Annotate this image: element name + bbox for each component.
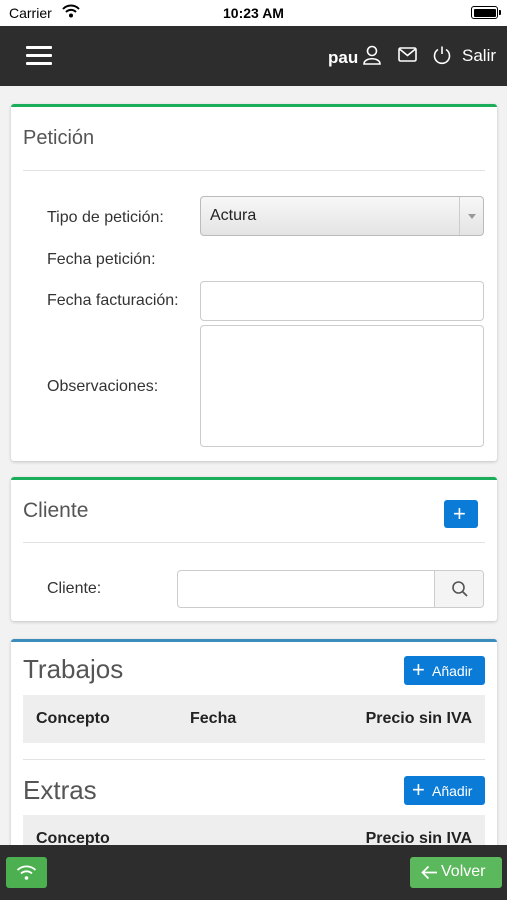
panel-title-extras: Extras xyxy=(23,775,97,805)
column-header: Precio sin IVA xyxy=(365,830,472,845)
column-header: Concepto xyxy=(36,710,110,727)
power-icon[interactable] xyxy=(432,45,452,70)
wifi-icon xyxy=(16,865,37,880)
divider xyxy=(23,170,485,171)
panel-title-peticion: Petición xyxy=(23,127,95,149)
menu-hamburger-icon[interactable] xyxy=(26,46,52,66)
back-label: Volver xyxy=(441,863,486,880)
cliente-search-group xyxy=(177,570,484,608)
divider xyxy=(23,542,485,543)
observaciones-textarea[interactable] xyxy=(200,325,484,447)
fecha-facturacion-label: Fecha facturación: xyxy=(47,292,179,309)
logout-link[interactable]: Salir xyxy=(462,46,496,66)
search-button[interactable] xyxy=(434,571,483,607)
panel-title-trabajos: Trabajos xyxy=(23,654,124,684)
arrow-left-icon xyxy=(421,865,437,880)
search-icon xyxy=(452,581,468,597)
plus-icon: + xyxy=(412,777,425,802)
add-cliente-button[interactable]: + xyxy=(444,500,478,528)
fecha-peticion-label: Fecha petición: xyxy=(47,251,156,268)
plus-icon: + xyxy=(412,657,425,682)
bottom-bar: Volver xyxy=(0,845,507,900)
divider xyxy=(23,759,485,760)
cliente-search-input[interactable] xyxy=(178,571,434,607)
status-bar: Carrier 10:23 AM xyxy=(0,0,507,26)
panel-title-cliente: Cliente xyxy=(23,499,89,522)
main-content: Petición Tipo de petición: Actura Fecha … xyxy=(0,86,507,845)
column-header: Precio sin IVA xyxy=(365,710,472,727)
top-navbar: pau Salir xyxy=(0,26,507,86)
connection-button[interactable] xyxy=(6,857,47,888)
back-button[interactable]: Volver xyxy=(410,857,502,888)
username[interactable]: pau xyxy=(328,48,358,68)
add-extra-button[interactable]: + Añadir xyxy=(404,776,485,805)
tipo-peticion-label: Tipo de petición: xyxy=(47,209,164,226)
trabajos-panel: Trabajos + Añadir Concepto Fecha Precio … xyxy=(11,639,497,845)
battery-icon xyxy=(471,6,501,19)
add-trabajo-button[interactable]: + Añadir xyxy=(404,656,485,685)
plus-icon: + xyxy=(453,501,466,526)
clock: 10:23 AM xyxy=(223,5,284,21)
user-icon[interactable] xyxy=(363,45,381,70)
tipo-peticion-value: Actura xyxy=(210,207,257,224)
cliente-panel: Cliente + Cliente: xyxy=(11,477,497,621)
column-header: Concepto xyxy=(36,830,110,845)
mail-icon[interactable] xyxy=(398,47,417,67)
add-extra-label: Añadir xyxy=(432,783,473,799)
add-trabajo-label: Añadir xyxy=(432,663,473,679)
tipo-peticion-select[interactable]: Actura xyxy=(200,196,484,236)
trabajos-table-header: Concepto Fecha Precio sin IVA xyxy=(23,695,485,743)
extras-table-header: Concepto Precio sin IVA xyxy=(23,815,485,845)
fecha-facturacion-input[interactable] xyxy=(200,281,484,321)
peticion-panel: Petición Tipo de petición: Actura Fecha … xyxy=(11,104,497,461)
cliente-label: Cliente: xyxy=(47,580,102,597)
column-header: Fecha xyxy=(190,710,237,727)
chevron-down-icon xyxy=(459,197,483,235)
observaciones-label: Observaciones: xyxy=(47,378,159,395)
